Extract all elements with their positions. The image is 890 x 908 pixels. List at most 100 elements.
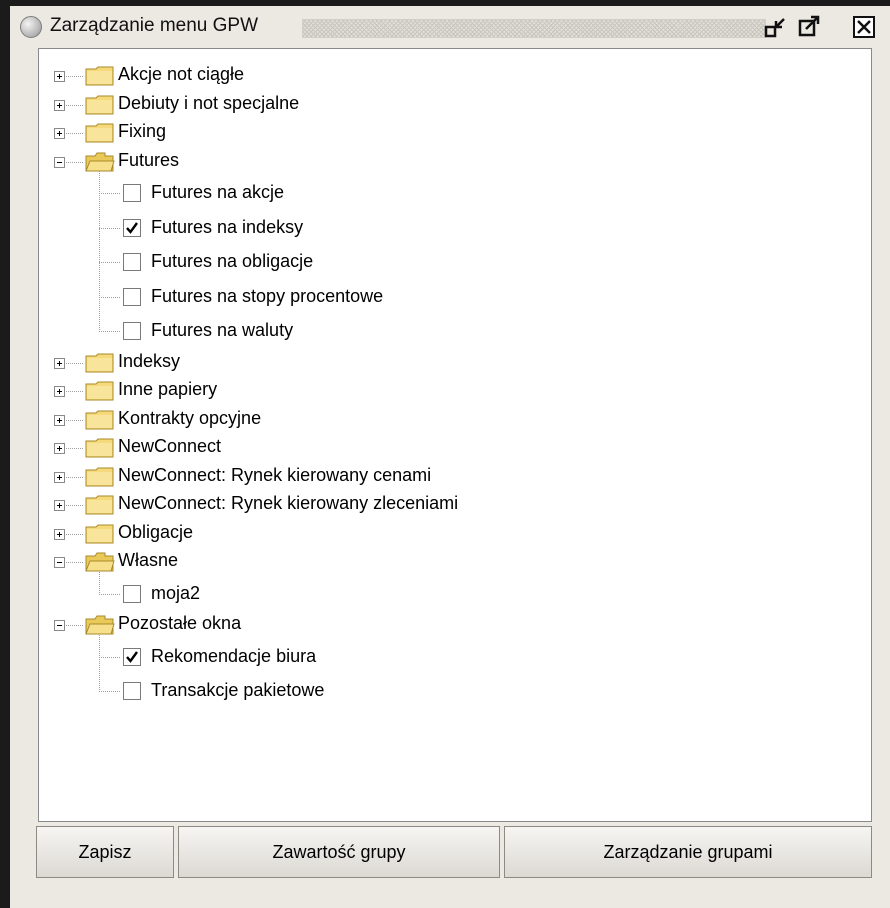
tree-connector-vertical [99,634,100,691]
tree-leaf-label: Futures na waluty [151,320,294,340]
checkbox[interactable] [123,584,141,603]
save-button[interactable]: Zapisz [36,826,174,878]
maximize-icon[interactable] [798,15,822,39]
folder-closed-icon [85,66,115,86]
close-icon[interactable] [852,15,876,39]
folder-open-icon [85,152,115,172]
tree-leaf[interactable]: moja2 [39,580,839,610]
collapse-icon[interactable] [54,620,65,631]
tree-group[interactable]: Fixing [39,121,839,148]
tree-leaf[interactable]: Futures na stopy procentowe [39,283,839,313]
menu-tree[interactable]: Akcje not ciągłe Debiuty i not specjalne F… [38,48,872,822]
tree-group-label: NewConnect [118,436,222,456]
folder-closed-icon [85,410,115,430]
tree-group-label: NewConnect: Rynek kierowany zleceniami [118,493,459,513]
expand-icon[interactable] [54,71,65,82]
title-drag-grip[interactable] [302,19,766,38]
collapse-icon[interactable] [54,557,65,568]
manage-groups-button[interactable]: Zarządzanie grupami [504,826,872,878]
tree-connector [66,161,84,163]
tree-leaf[interactable]: Futures na akcje [39,179,839,209]
tree-connector [99,227,121,229]
tree-connector [99,262,121,263]
title-bar[interactable]: Zarządzanie menu GPW [10,6,890,50]
tree-connector [99,193,121,194]
expand-icon[interactable] [54,443,65,454]
minimize-icon[interactable] [764,15,788,39]
folder-open-icon [85,615,115,635]
tree-connector [99,656,121,658]
expand-icon[interactable] [54,471,65,483]
tree-leaf[interactable]: Futures na indeksy [39,214,839,244]
tree-connector-vertical [99,171,100,331]
tree-group-label: Akcje not ciągłe [118,64,245,84]
tree-leaf-label: Rekomendacje biura [151,645,317,666]
tree-group[interactable]: NewConnect: Rynek kierowany zleceniami [39,493,839,520]
collapse-icon[interactable] [54,156,65,168]
expand-icon[interactable] [54,414,65,426]
tree-group-label: Futures [118,149,180,170]
tree-connector [66,562,84,563]
window-circle-icon [20,16,42,38]
tree-group[interactable]: Kontrakty opcyjne [39,407,839,435]
tree-connector [66,448,84,449]
tree-connector-vertical [99,571,100,594]
tree-group[interactable]: Własne [39,550,839,577]
tree-group-label: Indeksy [118,350,181,371]
tree-group[interactable]: Futures [39,149,839,177]
tree-connector [66,76,84,77]
tree-leaf[interactable]: Transakcje pakietowe [39,677,839,707]
expand-icon[interactable] [54,357,65,369]
tree-leaf-label: Transakcje pakietowe [151,680,325,700]
tree-group[interactable]: Pozostałe okna [39,613,839,640]
tree-group-label: Debiuty i not specjalne [118,92,300,113]
tree-group-label: Fixing [118,121,167,141]
folder-open-icon [85,552,115,572]
folder-closed-icon [85,438,115,458]
tree-connector [66,104,84,106]
checkbox-checked[interactable] [123,218,141,237]
dialog-window: Zarządzanie menu GPW Akcje not ciągłe Deb… [10,6,890,908]
tree-group[interactable]: NewConnect [39,436,839,463]
folder-closed-icon [85,353,115,373]
folder-closed-icon [85,123,115,143]
group-content-button[interactable]: Zawartość grupy [178,826,500,878]
tree-leaf[interactable]: Futures na obligacje [39,248,839,278]
tree-group-label: Kontrakty opcyjne [118,407,262,428]
tree-connector [66,505,84,506]
expand-icon[interactable] [54,386,65,397]
tree-group[interactable]: Akcje not ciągłe [39,64,839,91]
tree-leaf-label: Futures na stopy procentowe [151,285,384,306]
tree-group[interactable]: Debiuty i not specjalne [39,92,839,120]
tree-group-label: Inne papiery [118,379,218,399]
expand-icon[interactable] [54,528,65,540]
tree-group[interactable]: NewConnect: Rynek kierowany cenami [39,465,839,492]
tree-connector [99,331,121,332]
checkbox-checked[interactable] [123,647,141,666]
tree-connector [66,533,84,535]
folder-closed-icon [85,95,115,115]
checkbox[interactable] [123,322,141,340]
tree-group-label: Własne [118,550,179,570]
tree-leaf-label: Futures na akcje [151,182,285,202]
tree-group[interactable]: Inne papiery [39,379,839,406]
checkbox[interactable] [123,287,141,306]
tree-connector [66,362,84,364]
expand-icon[interactable] [54,99,65,111]
tree-group[interactable]: Indeksy [39,350,839,378]
tree-group[interactable]: Obligacje [39,521,839,549]
window-frame-left [0,0,10,908]
folder-closed-icon [85,524,115,544]
tree-connector [66,476,84,478]
tree-leaf[interactable]: Rekomendacje biura [39,643,839,673]
tree-leaf-label: Futures na obligacje [151,251,314,271]
checkbox[interactable] [123,682,141,700]
tree-connector [66,133,84,134]
expand-icon[interactable] [54,128,65,139]
tree-leaf[interactable]: Futures na waluty [39,317,839,347]
checkbox[interactable] [123,253,141,271]
expand-icon[interactable] [54,500,65,511]
window-title: Zarządzanie menu GPW [50,15,259,36]
checkbox[interactable] [123,184,141,202]
tree-group-label: Obligacje [118,521,194,542]
